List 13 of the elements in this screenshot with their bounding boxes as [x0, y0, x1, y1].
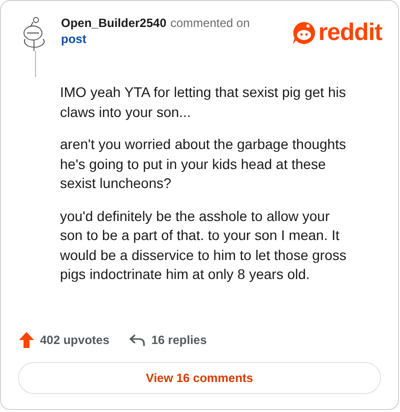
- view-comments-button[interactable]: View 16 comments: [18, 362, 381, 394]
- reply-count: 16 replies: [151, 332, 207, 349]
- username[interactable]: Open_Builder2540: [61, 15, 166, 31]
- comment-paragraph: IMO yeah YTA for letting that sexist pig get his claws into your son...: [60, 83, 347, 122]
- comment-action: commented on: [170, 15, 250, 31]
- upvote-count: 402 upvotes: [40, 332, 110, 349]
- reply-icon[interactable]: [129, 333, 146, 347]
- upvote-icon[interactable]: [19, 332, 34, 348]
- logo-wordmark: reddit: [318, 21, 382, 45]
- reddit-logo-icon: [292, 21, 316, 45]
- post-link[interactable]: post: [61, 31, 86, 47]
- comment-paragraph: you'd definitely be the asshole to allow your son to be a part of that. to your son I mean. It would be a disservice to him to let those gross pigs indoctrinate him at only 8 years old.: [60, 206, 348, 284]
- comment-paragraph: aren't you worried about the garbage thoughts he's going to put in your kids head at these sexist luncheons?: [60, 135, 347, 193]
